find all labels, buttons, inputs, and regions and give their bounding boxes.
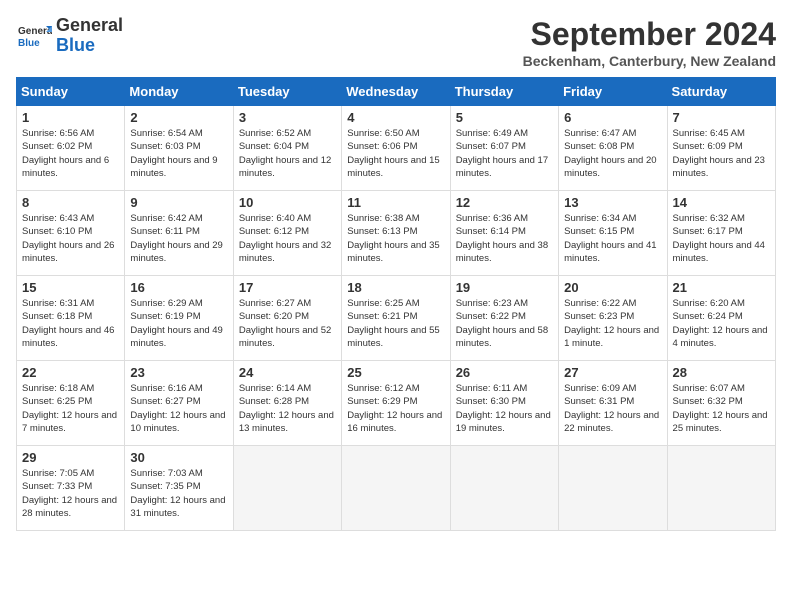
week-3: 15 Sunrise: 6:31 AMSunset: 6:18 PMDaylig… xyxy=(17,276,776,361)
logo-icon: General Blue xyxy=(16,18,52,54)
day-27: 27 Sunrise: 6:09 AMSunset: 6:31 PMDaylig… xyxy=(559,361,667,446)
week-4: 22 Sunrise: 6:18 AMSunset: 6:25 PMDaylig… xyxy=(17,361,776,446)
day-11: 11 Sunrise: 6:38 AMSunset: 6:13 PMDaylig… xyxy=(342,191,450,276)
day-8: 8 Sunrise: 6:43 AMSunset: 6:10 PMDayligh… xyxy=(17,191,125,276)
empty-cell-1 xyxy=(233,446,341,531)
col-saturday: Saturday xyxy=(667,78,775,106)
day-9: 9 Sunrise: 6:42 AMSunset: 6:11 PMDayligh… xyxy=(125,191,233,276)
day-16: 16 Sunrise: 6:29 AMSunset: 6:19 PMDaylig… xyxy=(125,276,233,361)
col-wednesday: Wednesday xyxy=(342,78,450,106)
day-19: 19 Sunrise: 6:23 AMSunset: 6:22 PMDaylig… xyxy=(450,276,558,361)
day-1: 1 Sunrise: 6:56 AMSunset: 6:02 PMDayligh… xyxy=(17,106,125,191)
col-tuesday: Tuesday xyxy=(233,78,341,106)
day-7: 7 Sunrise: 6:45 AMSunset: 6:09 PMDayligh… xyxy=(667,106,775,191)
day-28: 28 Sunrise: 6:07 AMSunset: 6:32 PMDaylig… xyxy=(667,361,775,446)
empty-cell-4 xyxy=(559,446,667,531)
week-5: 29 Sunrise: 7:05 AMSunset: 7:33 PMDaylig… xyxy=(17,446,776,531)
day-24: 24 Sunrise: 6:14 AMSunset: 6:28 PMDaylig… xyxy=(233,361,341,446)
month-title: September 2024 xyxy=(523,16,776,53)
day-25: 25 Sunrise: 6:12 AMSunset: 6:29 PMDaylig… xyxy=(342,361,450,446)
day-17: 17 Sunrise: 6:27 AMSunset: 6:20 PMDaylig… xyxy=(233,276,341,361)
day-10: 10 Sunrise: 6:40 AMSunset: 6:12 PMDaylig… xyxy=(233,191,341,276)
week-2: 8 Sunrise: 6:43 AMSunset: 6:10 PMDayligh… xyxy=(17,191,776,276)
day-30: 30 Sunrise: 7:03 AMSunset: 7:35 PMDaylig… xyxy=(125,446,233,531)
day-18: 18 Sunrise: 6:25 AMSunset: 6:21 PMDaylig… xyxy=(342,276,450,361)
day-21: 21 Sunrise: 6:20 AMSunset: 6:24 PMDaylig… xyxy=(667,276,775,361)
location: Beckenham, Canterbury, New Zealand xyxy=(523,53,776,69)
page-header: General Blue General Blue September 2024… xyxy=(16,16,776,69)
calendar: Sunday Monday Tuesday Wednesday Thursday… xyxy=(16,77,776,531)
col-friday: Friday xyxy=(559,78,667,106)
col-sunday: Sunday xyxy=(17,78,125,106)
day-5: 5 Sunrise: 6:49 AMSunset: 6:07 PMDayligh… xyxy=(450,106,558,191)
empty-cell-2 xyxy=(342,446,450,531)
day-2: 2 Sunrise: 6:54 AMSunset: 6:03 PMDayligh… xyxy=(125,106,233,191)
week-1: 1 Sunrise: 6:56 AMSunset: 6:02 PMDayligh… xyxy=(17,106,776,191)
day-6: 6 Sunrise: 6:47 AMSunset: 6:08 PMDayligh… xyxy=(559,106,667,191)
title-area: September 2024 Beckenham, Canterbury, Ne… xyxy=(523,16,776,69)
logo-general: General xyxy=(56,15,123,35)
day-15: 15 Sunrise: 6:31 AMSunset: 6:18 PMDaylig… xyxy=(17,276,125,361)
day-26: 26 Sunrise: 6:11 AMSunset: 6:30 PMDaylig… xyxy=(450,361,558,446)
empty-cell-3 xyxy=(450,446,558,531)
day-13: 13 Sunrise: 6:34 AMSunset: 6:15 PMDaylig… xyxy=(559,191,667,276)
empty-cell-5 xyxy=(667,446,775,531)
day-3: 3 Sunrise: 6:52 AMSunset: 6:04 PMDayligh… xyxy=(233,106,341,191)
col-monday: Monday xyxy=(125,78,233,106)
calendar-header: Sunday Monday Tuesday Wednesday Thursday… xyxy=(17,78,776,106)
day-4: 4 Sunrise: 6:50 AMSunset: 6:06 PMDayligh… xyxy=(342,106,450,191)
logo: General Blue General Blue xyxy=(16,16,123,56)
logo-text: General Blue xyxy=(56,16,123,56)
day-29: 29 Sunrise: 7:05 AMSunset: 7:33 PMDaylig… xyxy=(17,446,125,531)
logo-blue: Blue xyxy=(56,35,95,55)
svg-text:Blue: Blue xyxy=(18,38,40,49)
col-thursday: Thursday xyxy=(450,78,558,106)
day-14: 14 Sunrise: 6:32 AMSunset: 6:17 PMDaylig… xyxy=(667,191,775,276)
day-20: 20 Sunrise: 6:22 AMSunset: 6:23 PMDaylig… xyxy=(559,276,667,361)
day-22: 22 Sunrise: 6:18 AMSunset: 6:25 PMDaylig… xyxy=(17,361,125,446)
day-12: 12 Sunrise: 6:36 AMSunset: 6:14 PMDaylig… xyxy=(450,191,558,276)
day-23: 23 Sunrise: 6:16 AMSunset: 6:27 PMDaylig… xyxy=(125,361,233,446)
